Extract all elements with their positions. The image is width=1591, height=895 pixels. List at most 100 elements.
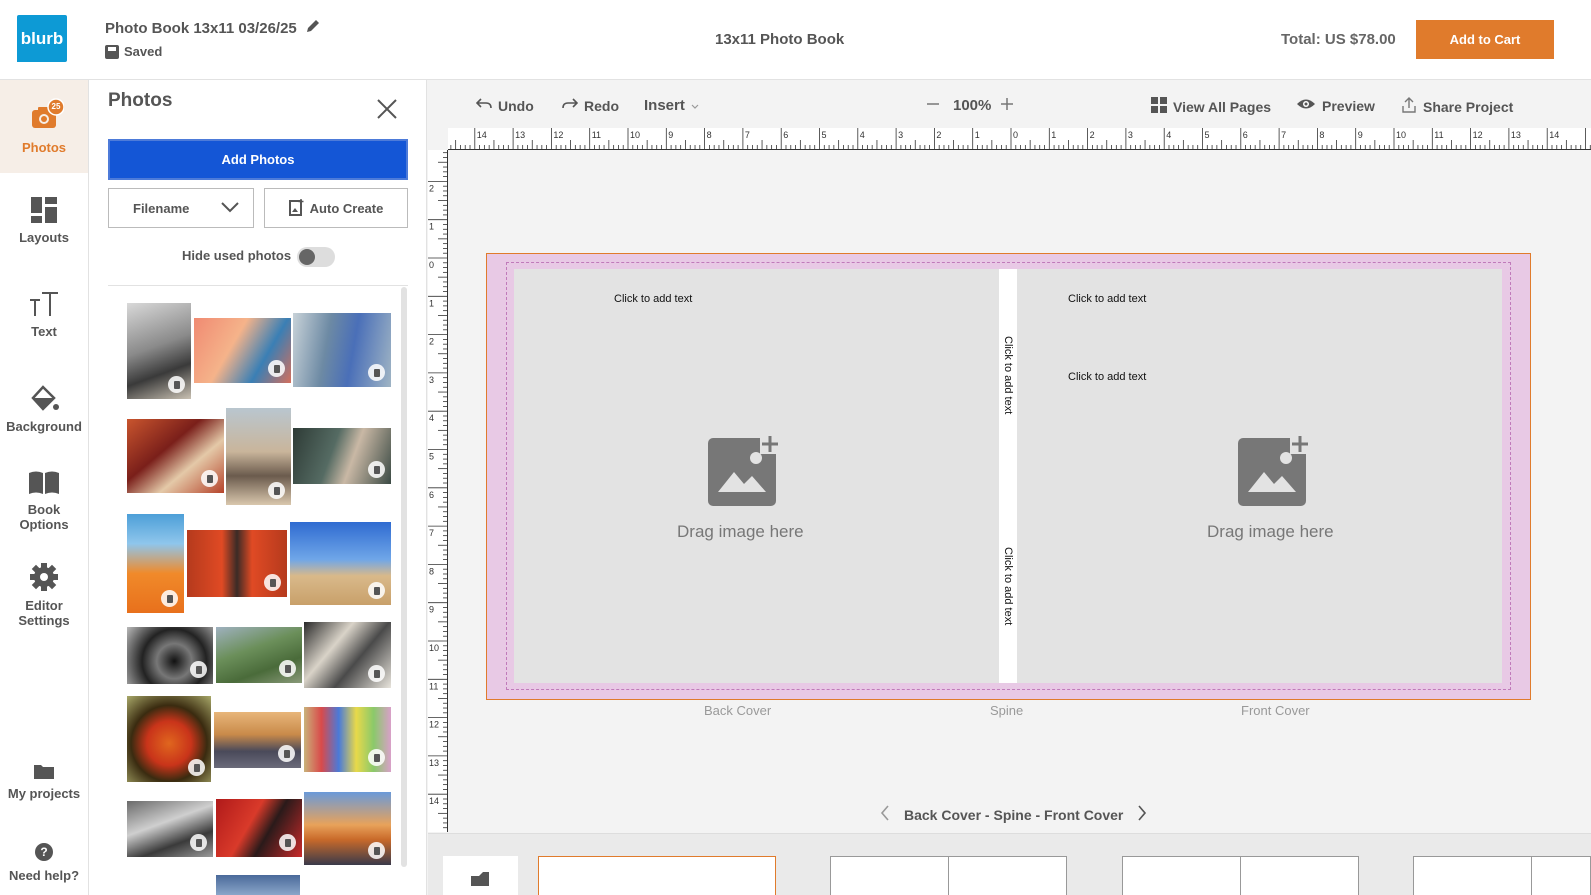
trash-icon[interactable] (201, 470, 218, 487)
zoom-in-button[interactable] (1000, 97, 1014, 114)
photo-thumbnail[interactable] (293, 313, 391, 387)
trash-icon[interactable] (268, 482, 285, 499)
book-type-label: 13x11 Photo Book (715, 31, 845, 48)
trash-icon[interactable] (279, 834, 296, 851)
photo-thumbnail[interactable] (293, 428, 391, 484)
redo-button[interactable]: Redo (562, 97, 619, 114)
preview-button[interactable]: Preview (1296, 97, 1375, 114)
chevron-left-icon[interactable] (880, 805, 890, 824)
trash-icon[interactable] (368, 665, 385, 682)
svg-text:13: 13 (429, 758, 439, 768)
photo-thumbnail[interactable] (290, 522, 391, 605)
spine-top-text-box[interactable]: Click to add text (1002, 336, 1014, 414)
tag-icon (469, 872, 491, 891)
photos-scrollbar[interactable] (401, 287, 407, 867)
trash-icon[interactable] (161, 590, 178, 607)
front-cover-subtitle-text-box[interactable]: Click to add text (1068, 371, 1146, 383)
photo-thumbnail[interactable] (187, 530, 287, 597)
svg-text:5: 5 (1205, 130, 1210, 140)
nav-need-help[interactable]: ? Need help? (0, 842, 88, 883)
photo-thumbnail[interactable] (127, 303, 191, 399)
page-thumbnail[interactable] (1240, 856, 1359, 895)
nav-editor-settings[interactable]: Editor Settings (0, 562, 88, 628)
nav-book-options[interactable]: Book Options (0, 470, 88, 532)
trash-icon[interactable] (368, 582, 385, 599)
photo-thumbnail[interactable] (216, 875, 300, 895)
hide-used-toggle[interactable] (297, 247, 335, 267)
page-thumbnail-cover[interactable] (538, 856, 776, 895)
spine-bottom-text-box[interactable]: Click to add text (1002, 547, 1014, 625)
trash-icon[interactable] (268, 360, 285, 377)
add-image-icon[interactable] (1238, 434, 1310, 511)
svg-text:8: 8 (707, 130, 712, 140)
svg-text:5: 5 (822, 130, 827, 140)
trash-icon[interactable] (279, 660, 296, 677)
photo-thumbnail[interactable] (127, 514, 184, 613)
add-to-cart-button[interactable]: Add to Cart (1416, 20, 1554, 59)
svg-text:13: 13 (1511, 130, 1521, 140)
nav-text[interactable]: Text (0, 290, 88, 339)
page-thumbnail[interactable] (1413, 856, 1532, 895)
chevron-down-icon (221, 201, 239, 216)
trash-icon[interactable] (264, 574, 281, 591)
photo-thumbnail[interactable] (127, 419, 224, 493)
page-nav-label: Back Cover - Spine - Front Cover (904, 806, 1124, 823)
trash-icon[interactable] (188, 759, 205, 776)
photo-thumbnail[interactable] (304, 622, 391, 688)
undo-button[interactable]: Undo (475, 97, 534, 114)
nav-my-projects[interactable]: My projects (0, 762, 88, 801)
svg-text:9: 9 (429, 605, 434, 615)
trash-icon[interactable] (368, 842, 385, 859)
back-cover-text-box[interactable]: Click to add text (614, 293, 692, 305)
photo-thumbnail[interactable] (304, 792, 391, 865)
page-thumbnail[interactable] (1531, 856, 1591, 895)
strip-handle[interactable] (443, 856, 518, 895)
photo-thumbnail[interactable] (127, 801, 213, 857)
insert-menu[interactable]: Insert (644, 97, 699, 114)
photo-thumbnail[interactable] (226, 408, 291, 505)
save-status: Saved (105, 44, 162, 59)
sort-dropdown[interactable]: Filename (108, 188, 254, 228)
front-cover-title-text-box[interactable]: Click to add text (1068, 293, 1146, 305)
svg-text:3: 3 (898, 130, 903, 140)
page-thumbnail[interactable] (948, 856, 1067, 895)
page-thumbnail[interactable] (830, 856, 949, 895)
photo-thumbnail[interactable] (304, 707, 391, 772)
svg-text:14: 14 (429, 796, 439, 806)
trash-icon[interactable] (190, 834, 207, 851)
nav-photos[interactable]: 25 Photos (0, 80, 88, 173)
blurb-logo[interactable]: blurb (17, 15, 67, 62)
nav-layouts[interactable]: Layouts (0, 196, 88, 245)
svg-text:5: 5 (429, 452, 434, 462)
paint-bucket-icon (28, 383, 60, 413)
back-cover-label: Back Cover (704, 703, 772, 718)
photo-thumbnail[interactable] (127, 696, 211, 782)
zoom-out-button[interactable] (926, 97, 940, 114)
trash-icon[interactable] (368, 461, 385, 478)
project-title[interactable]: Photo Book 13x11 03/26/25 (105, 18, 321, 38)
trash-icon[interactable] (368, 364, 385, 381)
photo-thumbnail[interactable] (216, 799, 302, 857)
add-image-icon[interactable] (708, 434, 780, 511)
view-all-pages-button[interactable]: View All Pages (1151, 97, 1271, 116)
nav-background[interactable]: Background (0, 383, 88, 434)
pencil-icon[interactable] (305, 18, 321, 38)
photo-thumbnail[interactable] (194, 318, 291, 383)
trash-icon[interactable] (278, 745, 295, 762)
close-icon[interactable] (376, 98, 398, 120)
photo-thumbnail[interactable] (127, 627, 213, 684)
photos-count-badge: 25 (51, 102, 61, 111)
trash-icon[interactable] (168, 376, 185, 393)
svg-text:7: 7 (429, 528, 434, 538)
add-photos-button[interactable]: Add Photos (108, 139, 408, 180)
svg-text:9: 9 (1358, 130, 1363, 140)
photo-thumbnail[interactable] (216, 627, 302, 683)
page-thumbnail[interactable] (1122, 856, 1241, 895)
auto-create-button[interactable]: Auto Create (264, 188, 408, 228)
trash-icon[interactable] (368, 749, 385, 766)
svg-text:6: 6 (429, 490, 434, 500)
share-project-button[interactable]: Share Project (1401, 97, 1513, 116)
trash-icon[interactable] (190, 661, 207, 678)
photo-thumbnail[interactable] (214, 712, 301, 768)
chevron-right-icon[interactable] (1137, 805, 1147, 824)
